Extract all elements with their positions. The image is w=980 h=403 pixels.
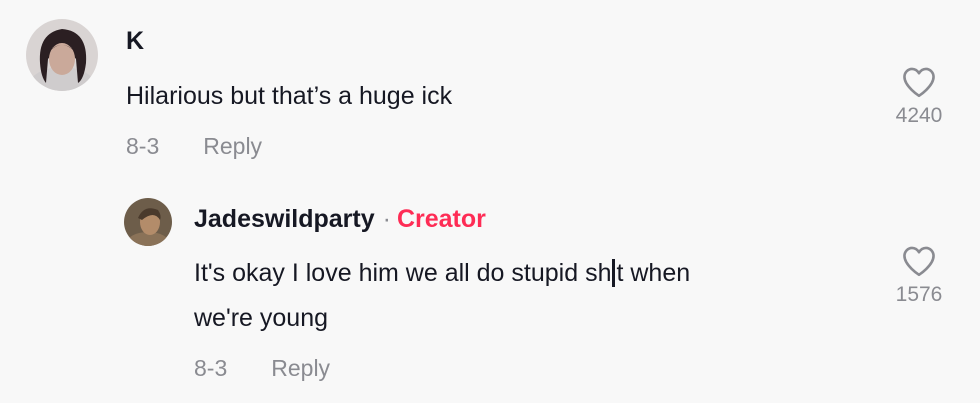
reply-username-line: Jadeswildparty · Creator: [194, 205, 486, 234]
reply-meta: 8-3 Reply: [194, 355, 330, 382]
heart-outline-icon: [903, 67, 935, 98]
reply-username[interactable]: Jadeswildparty: [194, 205, 375, 233]
comment-date: 8-3: [126, 133, 160, 159]
like-count: 1576: [895, 283, 943, 306]
avatar[interactable]: [26, 19, 98, 91]
heart-outline-icon: [903, 246, 935, 277]
comment-meta: 8-3 Reply: [126, 133, 262, 160]
reply-date: 8-3: [194, 355, 228, 381]
comment-username[interactable]: K: [126, 27, 144, 56]
comment-text: Hilarious but that’s a huge ick: [126, 82, 453, 110]
reply-text-line2: we're young: [194, 304, 329, 332]
like-button[interactable]: 1576: [888, 245, 950, 307]
like-count: 4240: [895, 104, 943, 127]
creator-badge: Creator: [396, 205, 486, 233]
reply-text: It's okay I love him we all do stupid sh…: [194, 259, 690, 288]
avatar[interactable]: [124, 198, 172, 246]
reply-text-part2: t when: [616, 259, 691, 287]
reply-text-part1: It's okay I love him we all do stupid sh: [194, 259, 612, 287]
like-button[interactable]: 4240: [888, 66, 950, 128]
reply-button[interactable]: Reply: [271, 355, 330, 382]
separator: ·: [382, 205, 391, 233]
reply-button[interactable]: Reply: [203, 133, 262, 160]
